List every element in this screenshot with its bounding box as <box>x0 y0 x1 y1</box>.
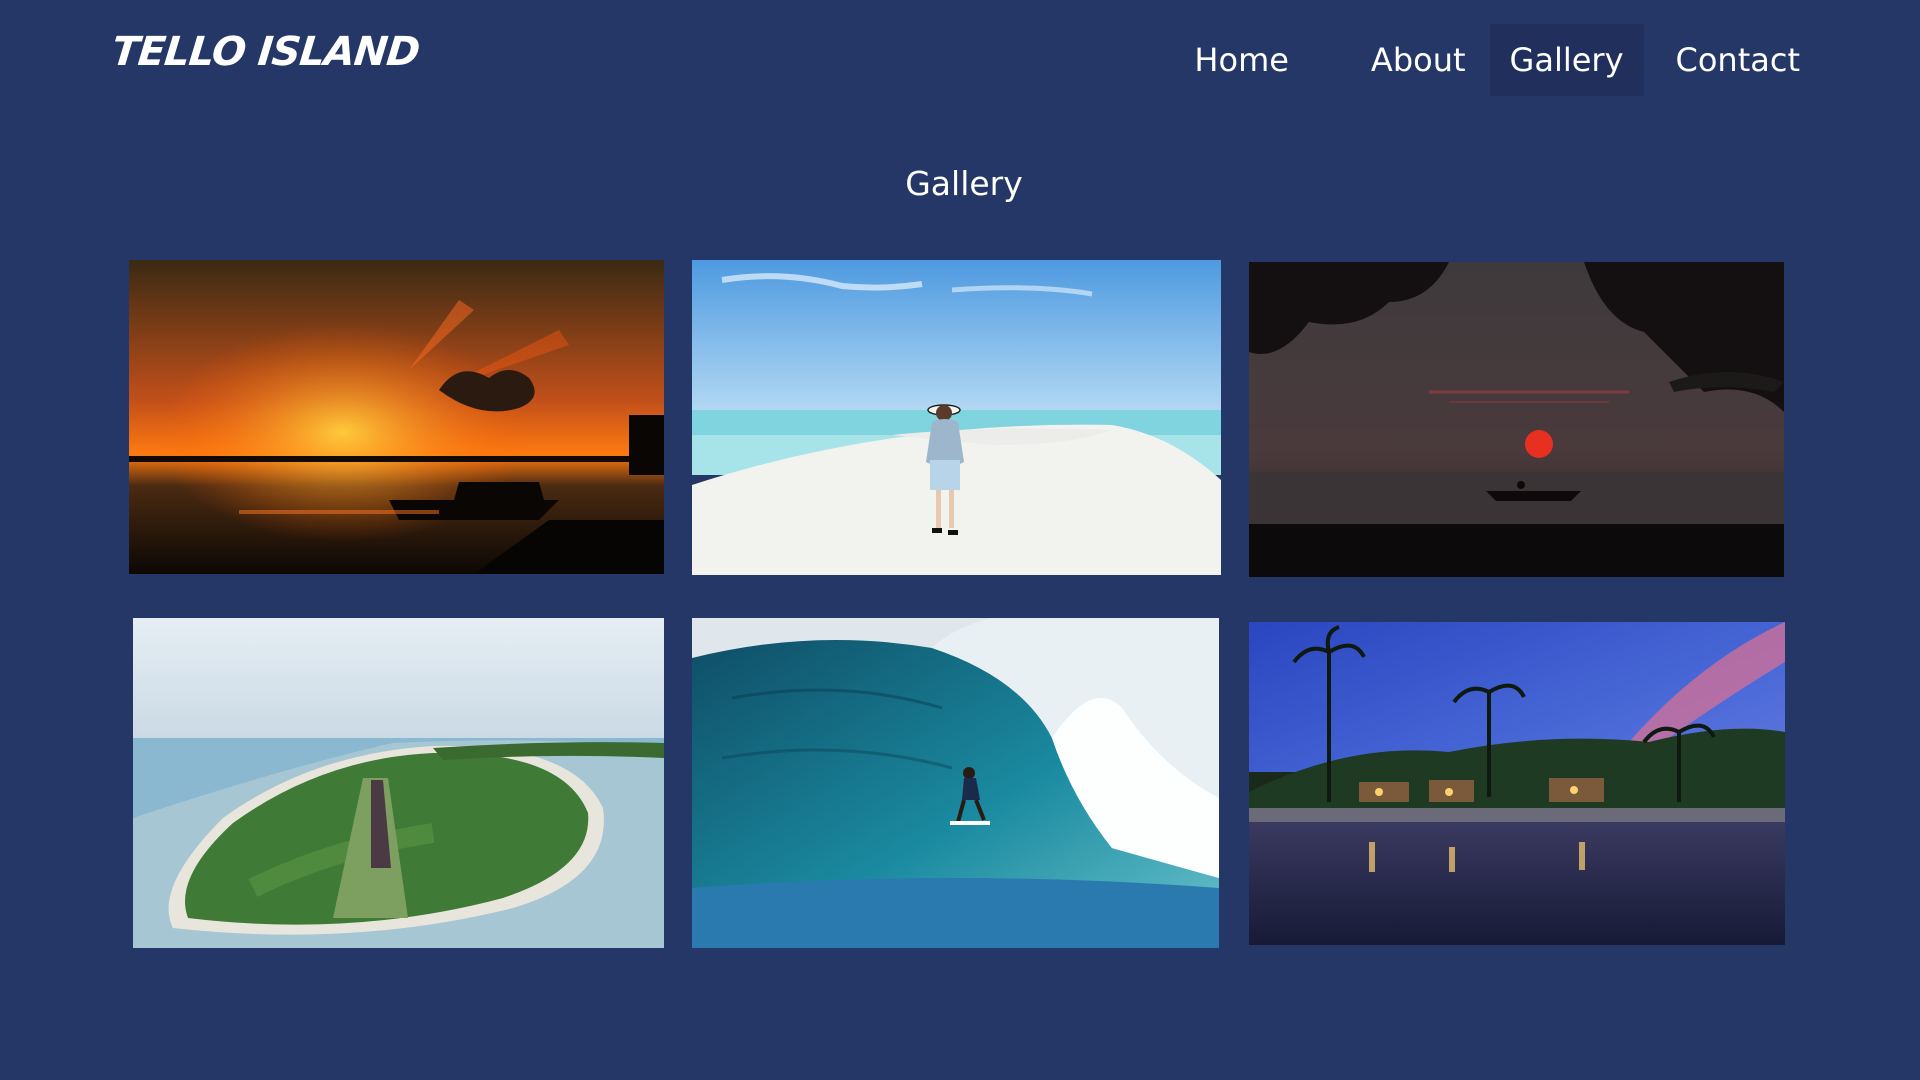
page-title: Gallery <box>905 164 1023 203</box>
gallery-photo-red-sun[interactable] <box>1249 262 1784 577</box>
gallery-photo-sunset[interactable] <box>129 260 664 574</box>
main-nav: Home About Gallery Contact <box>1174 24 1820 96</box>
nav-home[interactable]: Home <box>1174 24 1309 96</box>
nav-contact[interactable]: Contact <box>1656 24 1821 96</box>
nav-about[interactable]: About <box>1351 24 1486 96</box>
gallery-photo-surfer[interactable] <box>692 618 1219 948</box>
gallery-photo-aerial-island[interactable] <box>133 618 664 948</box>
gallery-photo-resort-dusk[interactable] <box>1249 622 1785 945</box>
nav-gallery[interactable]: Gallery <box>1489 24 1644 96</box>
gallery-photo-sandbar[interactable] <box>692 260 1221 575</box>
gallery-page: TELLO ISLAND Home About Gallery Contact … <box>0 0 1920 1080</box>
site-logo[interactable]: TELLO ISLAND <box>109 24 422 80</box>
